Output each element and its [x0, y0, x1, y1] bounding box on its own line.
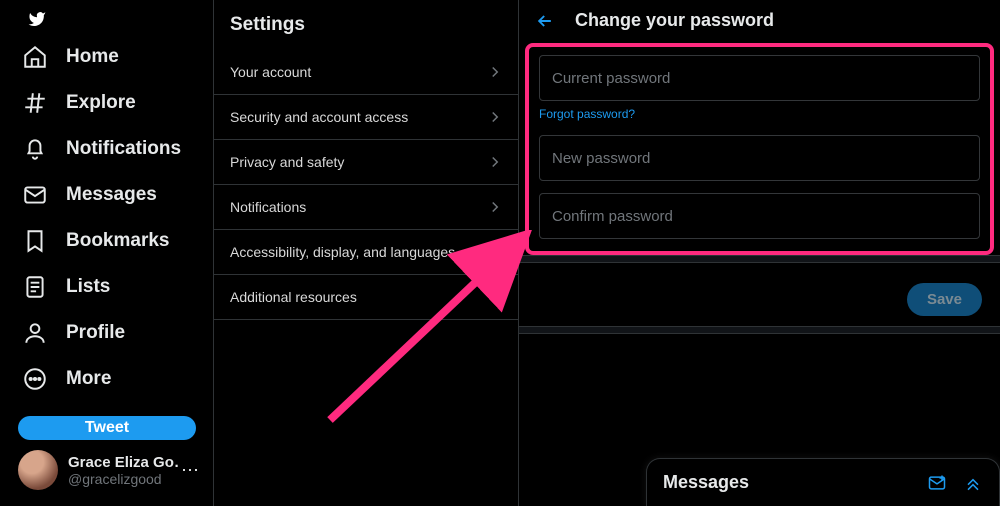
bell-icon — [22, 136, 48, 162]
settings-item-accessibility[interactable]: Accessibility, display, and languages — [214, 230, 518, 275]
mail-icon — [22, 182, 48, 208]
settings-heading: Settings — [214, 0, 518, 50]
home-icon — [22, 44, 48, 70]
primary-nav: Home Explore Notifications Messages Book… — [0, 0, 213, 506]
nav-label: Profile — [66, 322, 125, 344]
divider — [519, 326, 1000, 334]
avatar — [18, 450, 58, 490]
confirm-password-input[interactable] — [539, 193, 980, 239]
expand-drawer-icon[interactable] — [963, 473, 983, 493]
nav-explore[interactable]: Explore — [10, 80, 213, 126]
current-password-input[interactable] — [539, 55, 980, 101]
nav-messages[interactable]: Messages — [10, 172, 213, 218]
settings-item-additional[interactable]: Additional resources — [214, 275, 518, 320]
save-button[interactable]: Save — [907, 283, 982, 316]
drawer-title: Messages — [663, 472, 749, 493]
more-circle-icon — [22, 366, 48, 392]
settings-item-label: Accessibility, display, and languages — [230, 244, 455, 260]
nav-profile[interactable]: Profile — [10, 310, 213, 356]
nav-label: Notifications — [66, 138, 181, 160]
settings-item-label: Notifications — [230, 199, 306, 215]
account-switcher[interactable]: Grace Eliza Go… @gracelizgood ⋯ — [10, 440, 213, 506]
chevron-right-icon — [486, 243, 504, 261]
twitter-logo-icon[interactable] — [20, 10, 54, 28]
chevron-right-icon — [486, 108, 504, 126]
messages-drawer[interactable]: Messages — [646, 458, 1000, 506]
chevron-right-icon — [486, 63, 504, 81]
settings-item-label: Security and account access — [230, 109, 408, 125]
nav-label: Explore — [66, 92, 136, 114]
content-header: Change your password — [519, 0, 1000, 43]
chevron-right-icon — [486, 153, 504, 171]
tweet-button[interactable]: Tweet — [18, 416, 196, 440]
settings-item-label: Your account — [230, 64, 311, 80]
annotation-highlight: Forgot password? — [525, 43, 994, 255]
list-icon — [22, 274, 48, 300]
more-icon[interactable]: ⋯ — [179, 460, 201, 481]
chevron-right-icon — [486, 198, 504, 216]
settings-item-notifications[interactable]: Notifications — [214, 185, 518, 230]
settings-item-your-account[interactable]: Your account — [214, 50, 518, 95]
nav-notifications[interactable]: Notifications — [10, 126, 213, 172]
bookmark-icon — [22, 228, 48, 254]
nav-lists[interactable]: Lists — [10, 264, 213, 310]
content-column: Change your password Forgot password? Sa… — [519, 0, 1000, 506]
back-arrow-icon[interactable] — [535, 11, 555, 31]
nav-home[interactable]: Home — [10, 34, 213, 80]
account-name: Grace Eliza Go… — [68, 454, 179, 471]
nav-label: More — [66, 368, 111, 390]
nav-label: Home — [66, 46, 119, 68]
divider — [519, 255, 1000, 263]
chevron-right-icon — [486, 288, 504, 306]
new-password-input[interactable] — [539, 135, 980, 181]
settings-item-label: Privacy and safety — [230, 154, 344, 170]
person-icon — [22, 320, 48, 346]
nav-more[interactable]: More — [10, 356, 213, 402]
forgot-password-link[interactable]: Forgot password? — [539, 107, 635, 121]
settings-item-privacy[interactable]: Privacy and safety — [214, 140, 518, 185]
nav-label: Messages — [66, 184, 157, 206]
page-title: Change your password — [575, 10, 774, 31]
nav-bookmarks[interactable]: Bookmarks — [10, 218, 213, 264]
new-message-icon[interactable] — [927, 473, 947, 493]
settings-item-security[interactable]: Security and account access — [214, 95, 518, 140]
settings-item-label: Additional resources — [230, 289, 357, 305]
hashtag-icon — [22, 90, 48, 116]
nav-label: Lists — [66, 276, 110, 298]
settings-column: Settings Your account Security and accou… — [213, 0, 519, 506]
account-handle: @gracelizgood — [68, 471, 179, 487]
nav-label: Bookmarks — [66, 230, 170, 252]
